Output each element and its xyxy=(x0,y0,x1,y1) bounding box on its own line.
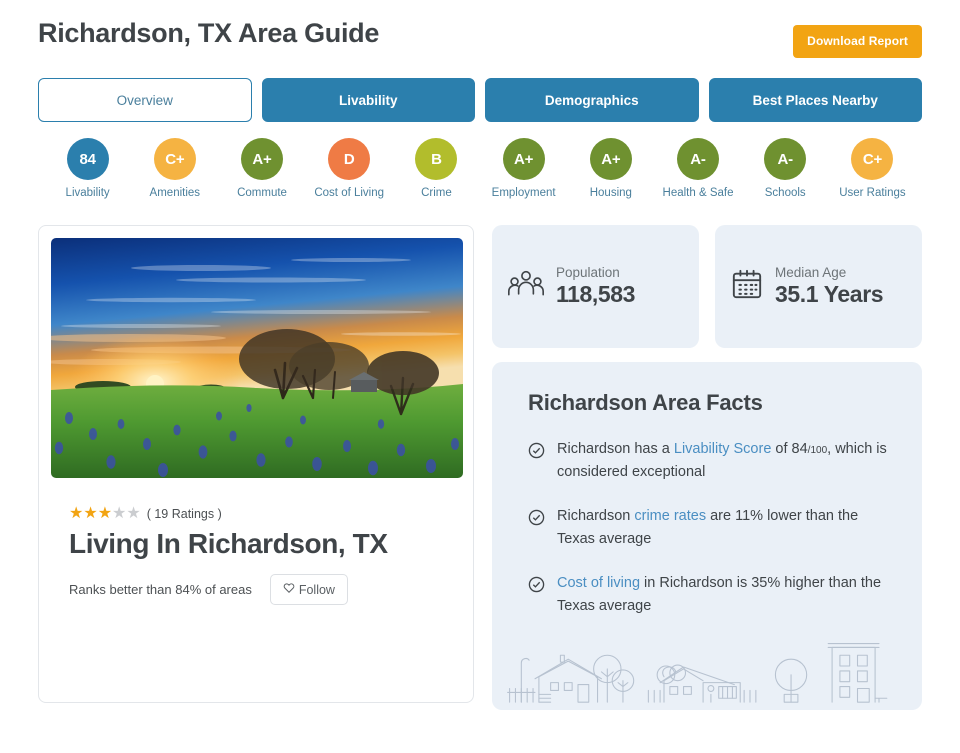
fact-text: Richardson has a Livability Score of 84/… xyxy=(557,438,890,485)
download-report-button[interactable]: Download Report xyxy=(793,25,922,58)
grade-label: Schools xyxy=(765,187,806,199)
grade-circle: A+ xyxy=(590,138,632,180)
rank-row: Ranks better than 84% of areas Follow xyxy=(69,574,461,605)
fact-link[interactable]: Cost of living xyxy=(557,575,640,591)
fact-text: Richardson crime rates are 11% lower tha… xyxy=(557,505,890,552)
star-rating-icon: ★★★★★ xyxy=(69,506,141,522)
grade-commute[interactable]: A+ Commute xyxy=(218,138,305,199)
grade-badges: 84 Livability C+ Amenities A+ Commute D … xyxy=(38,138,922,199)
area-guide-page: Richardson, TX Area Guide Download Repor… xyxy=(0,0,960,753)
fact-item: Richardson crime rates are 11% lower tha… xyxy=(528,505,890,552)
stat-label: Median Age xyxy=(775,265,883,280)
area-facts-card: Richardson Area Facts Richardson has a L… xyxy=(492,362,922,710)
tab-demographics[interactable]: Demographics xyxy=(485,78,699,122)
grade-circle: A+ xyxy=(241,138,283,180)
page-header: Richardson, TX Area Guide Download Repor… xyxy=(38,0,922,58)
follow-button[interactable]: Follow xyxy=(270,574,348,605)
grade-circle: A- xyxy=(677,138,719,180)
grade-livability[interactable]: 84 Livability xyxy=(44,138,131,199)
stat-card-median-age: Median Age 35.1 Years xyxy=(715,225,922,348)
tab-overview[interactable]: Overview xyxy=(38,78,252,122)
listing-title: Living In Richardson, TX xyxy=(69,528,461,560)
grade-label: Employment xyxy=(492,187,556,199)
area-facts-list: Richardson has a Livability Score of 84/… xyxy=(528,438,890,619)
fact-item: Richardson has a Livability Score of 84/… xyxy=(528,438,890,485)
grade-circle: B xyxy=(415,138,457,180)
grade-amenities[interactable]: C+ Amenities xyxy=(131,138,218,199)
grade-health-and-safety[interactable]: A- Health & Safe xyxy=(654,138,741,199)
people-group-icon xyxy=(508,269,544,304)
fact-link[interactable]: crime rates xyxy=(634,508,706,524)
fact-item: Cost of living in Richardson is 35% high… xyxy=(528,572,890,619)
fact-pre: Richardson xyxy=(557,508,634,524)
stat-cards: Population 118,583 Median Age 3 xyxy=(492,225,922,348)
grade-label: Amenities xyxy=(150,187,201,199)
main-content: ★★★★★ ( 19 Ratings ) Living In Richardso… xyxy=(38,225,922,710)
grade-label: Cost of Living xyxy=(314,187,384,199)
grade-circle: D xyxy=(328,138,370,180)
stat-value: 35.1 Years xyxy=(775,281,883,308)
grade-label: Crime xyxy=(421,187,452,199)
stat-label: Population xyxy=(556,265,635,280)
grade-circle: C+ xyxy=(851,138,893,180)
grade-circle: A+ xyxy=(503,138,545,180)
page-title: Richardson, TX Area Guide xyxy=(38,18,379,49)
grade-cost-of-living[interactable]: D Cost of Living xyxy=(306,138,393,199)
stat-value: 118,583 xyxy=(556,281,635,308)
check-circle-icon xyxy=(528,572,545,598)
fact-sub: /100 xyxy=(808,445,827,456)
grade-label: Housing xyxy=(590,187,632,199)
city-photo[interactable] xyxy=(51,238,463,478)
right-column: Population 118,583 Median Age 3 xyxy=(492,225,922,710)
grade-circle: 84 xyxy=(67,138,109,180)
fact-link[interactable]: Livability Score xyxy=(674,441,772,457)
grade-circle: A- xyxy=(764,138,806,180)
area-facts-title: Richardson Area Facts xyxy=(528,390,890,416)
grade-housing[interactable]: A+ Housing xyxy=(567,138,654,199)
fact-text: Cost of living in Richardson is 35% high… xyxy=(557,572,890,619)
grade-circle: C+ xyxy=(154,138,196,180)
neighborhood-skyline-illustration xyxy=(492,624,922,710)
tab-best-places-nearby[interactable]: Best Places Nearby xyxy=(709,78,923,122)
grade-label: User Ratings xyxy=(839,187,905,199)
rating-row: ★★★★★ ( 19 Ratings ) xyxy=(69,506,461,522)
grade-label: Commute xyxy=(237,187,287,199)
grade-schools[interactable]: A- Schools xyxy=(742,138,829,199)
fact-pre: Richardson has a xyxy=(557,441,674,457)
rank-text: Ranks better than 84% of areas xyxy=(69,582,252,597)
listing-card: ★★★★★ ( 19 Ratings ) Living In Richardso… xyxy=(38,225,474,703)
tab-bar: Overview Livability Demographics Best Pl… xyxy=(38,78,922,122)
check-circle-icon xyxy=(528,505,545,531)
rating-count[interactable]: ( 19 Ratings ) xyxy=(147,507,222,521)
grade-label: Livability xyxy=(66,187,110,199)
check-circle-icon xyxy=(528,438,545,464)
grade-label: Health & Safe xyxy=(663,187,734,199)
grade-crime[interactable]: B Crime xyxy=(393,138,480,199)
fact-mid: of 84 xyxy=(771,441,807,457)
tab-livability[interactable]: Livability xyxy=(262,78,476,122)
stat-card-population: Population 118,583 xyxy=(492,225,699,348)
grade-user-ratings[interactable]: C+ User Ratings xyxy=(829,138,916,199)
calendar-icon xyxy=(731,268,763,305)
follow-button-label: Follow xyxy=(299,583,335,597)
heart-icon xyxy=(283,582,295,597)
grade-employment[interactable]: A+ Employment xyxy=(480,138,567,199)
